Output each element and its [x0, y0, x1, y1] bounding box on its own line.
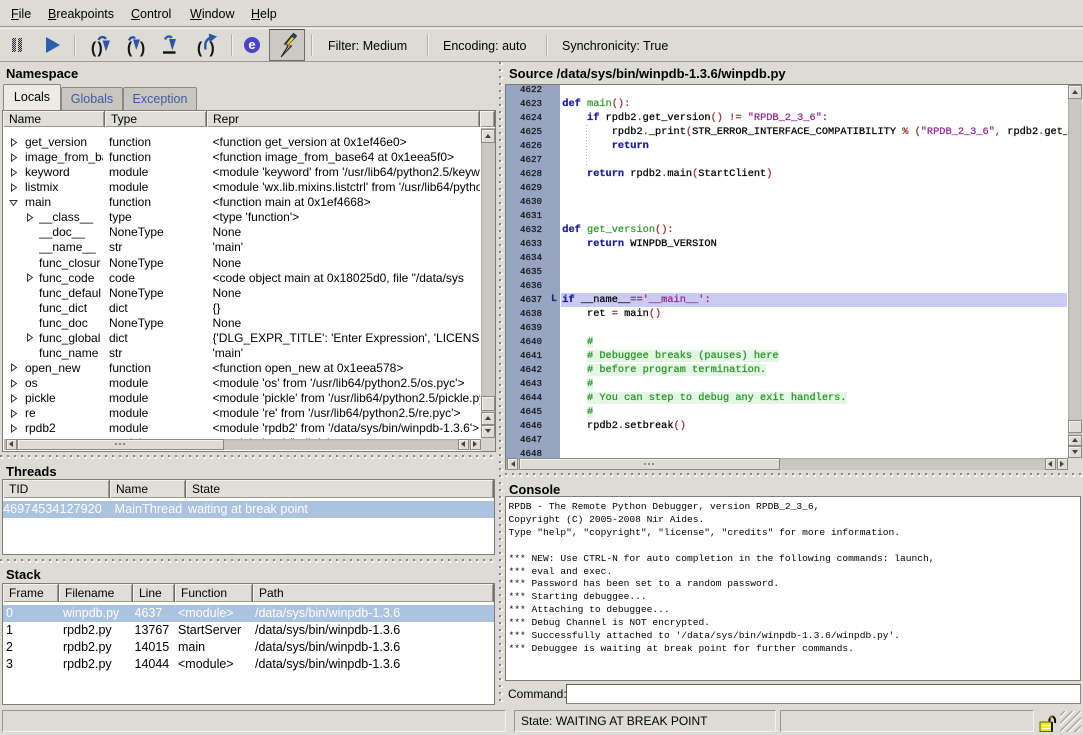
- svg-text:): ): [138, 40, 148, 58]
- svg-text:): ): [207, 40, 217, 58]
- svg-text:(: (: [125, 40, 135, 58]
- svg-text:): ): [95, 40, 105, 58]
- svg-text:(: (: [195, 40, 205, 58]
